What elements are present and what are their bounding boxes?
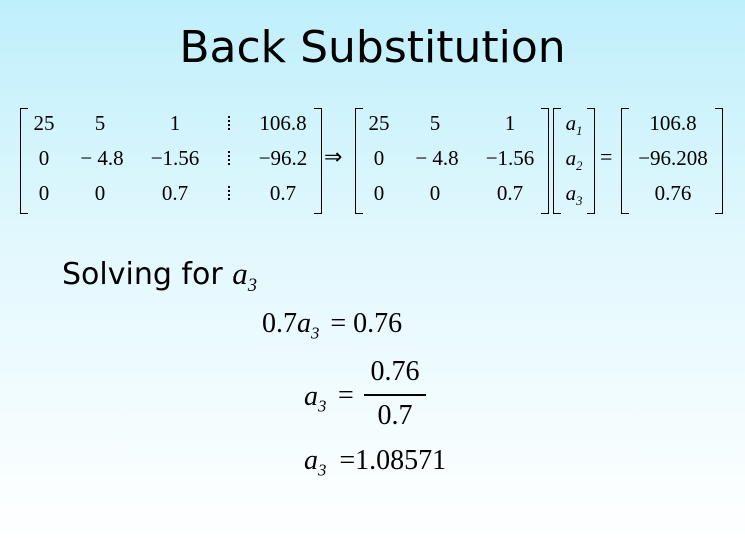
unknown-a2: a2 (565, 146, 583, 174)
eq1-rhs: = 0.76 (330, 308, 403, 339)
matrix-cell: 0 (38, 146, 50, 170)
matrix-cell: 1 (169, 111, 181, 135)
matrix-cell: 0.7 (161, 181, 189, 205)
matrix-cell: −1.56 (485, 146, 535, 170)
eq2-numerator: 0.76 (370, 356, 420, 387)
equals-sign: = (600, 144, 613, 169)
matrix-cell: 0 (373, 181, 385, 205)
solving-variable: a3 (232, 256, 258, 297)
matrix-cell: 106.8 (259, 111, 307, 135)
matrix-cell: − 4.8 (415, 146, 459, 170)
eq3-variable: a3 (304, 445, 327, 480)
matrix-cell: 0 (429, 181, 441, 205)
matrix-cell: 1 (504, 111, 516, 135)
eq3-rhs: =1.08571 (339, 445, 447, 476)
matrix-cell: 0.7 (269, 181, 297, 205)
matrix-cell: 5 (94, 111, 106, 135)
matrix-cell: − 4.8 (80, 146, 124, 170)
matrix-cell: 5 (429, 111, 441, 135)
matrix-cell: 25 (33, 111, 55, 135)
unknowns-vector: a1 a2 a3 (553, 108, 595, 214)
eq1-variable: a3 (297, 308, 320, 343)
matrix-cell: 0 (94, 181, 106, 205)
matrix-cell: 0 (373, 146, 385, 170)
matrix-cell: −96.2 (258, 146, 308, 170)
eq2-denominator: 0.7 (377, 400, 413, 431)
equation-3: a3 =1.08571 (304, 445, 446, 481)
augmented-matrix: 25 5 1 106.8 0 − 4.8 −1.56 −96.2 0 0 0.7… (20, 108, 322, 214)
coefficient-matrix: 25 5 1 0 − 4.8 −1.56 0 0 0.7 (355, 108, 549, 214)
rhs-vector: 106.8 −96.208 0.76 (621, 108, 723, 214)
matrix-cell: 0 (38, 181, 50, 205)
matrix-cell: 25 (368, 111, 390, 135)
rhs-cell: 0.76 (654, 181, 692, 205)
matrix-cell: −1.56 (150, 146, 200, 170)
eq2-equals: = (338, 380, 354, 411)
implies-arrow: ⇒ (324, 144, 343, 169)
augment-separator (228, 116, 232, 130)
augment-separator (228, 151, 232, 165)
matrix-cell: 0.7 (496, 181, 524, 205)
slide-title: Back Substitution (179, 22, 566, 73)
rhs-cell: 106.8 (649, 111, 697, 135)
solving-label: Solving for (62, 257, 223, 292)
unknown-a3: a3 (565, 181, 583, 209)
unknown-a1: a1 (565, 111, 583, 139)
fraction-bar (364, 394, 426, 396)
eq1-coefficient: 0.7 (262, 308, 297, 339)
eq2-variable: a3 (304, 381, 327, 416)
augment-separator (228, 186, 232, 200)
equation-1: 0.7a3 = 0.76 (262, 308, 402, 344)
solving-heading: Solving for a3 (62, 256, 257, 297)
rhs-cell: −96.208 (638, 146, 708, 170)
